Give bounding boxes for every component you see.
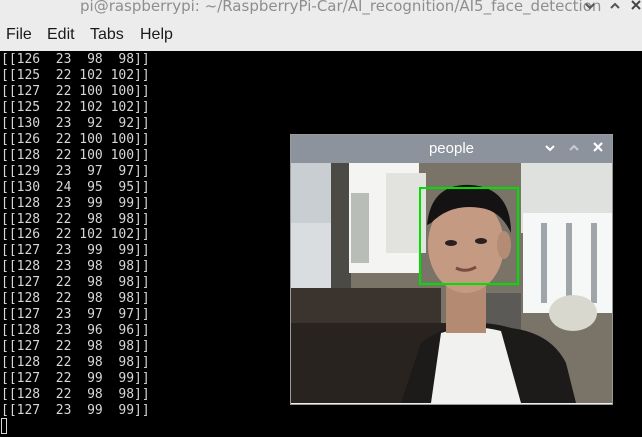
terminal-line: [[127 22 100 100]] [1,83,150,99]
terminal-line: [[128 22 98 98]] [1,386,150,402]
terminal-line: [[127 23 97 97]] [1,307,150,323]
face-detection-box [419,187,519,285]
maximize-button[interactable] [607,0,623,16]
terminal-line: [[128 23 96 96]] [1,323,150,339]
camera-feed [291,163,612,403]
terminal-line: [[128 23 99 99]] [1,195,150,211]
menu-file[interactable]: File [6,26,32,44]
terminal-line: [[126 22 102 102]] [1,227,150,243]
window-title: pi@raspberrypi: ~/RaspberryPi-Car/AI_rec… [80,0,602,15]
minimize-button[interactable] [582,0,598,16]
terminal-line: [[130 23 92 92]] [1,115,150,131]
window-titlebar[interactable]: pi@raspberrypi: ~/RaspberryPi-Car/AI_rec… [0,0,642,20]
terminal-line: [[127 22 99 99]] [1,371,150,386]
menu-edit[interactable]: Edit [47,26,75,44]
terminal-line: [[127 23 99 99]] [1,243,150,259]
terminal-line: [[125 22 102 102]] [1,67,150,83]
terminal-cursor [1,418,7,434]
chevron-down-icon [545,145,555,152]
chevron-down-icon [585,3,595,10]
terminal-line: [[129 23 97 97]] [1,163,150,179]
chevron-up-icon [610,2,620,9]
people-window-title: people [428,140,475,157]
terminal-line: [[128 22 100 100]] [1,147,150,163]
people-minimize-button[interactable] [541,139,559,159]
terminal-line: [[127 22 98 98]] [1,339,150,355]
menu-bar: File Edit Tabs Help [0,20,642,51]
people-window[interactable]: people [290,134,613,405]
menu-tabs[interactable]: Tabs [90,26,124,44]
people-window-titlebar[interactable]: people [291,135,612,163]
menu-help[interactable]: Help [140,26,173,44]
terminal-line: [[126 22 100 100]] [1,131,150,147]
terminal-line: [[127 23 99 99]] [1,402,150,418]
terminal-line: [[126 23 98 98]] [1,52,150,67]
close-button[interactable] [628,0,642,16]
terminal-line: [[127 22 98 98]] [1,275,150,291]
terminal-line: [[128 22 98 98]] [1,355,150,371]
terminal-line: [[130 24 95 95]] [1,179,150,195]
chevron-up-icon [569,144,579,151]
terminal-line: [[125 22 102 102]] [1,99,150,115]
close-icon [593,142,603,152]
people-maximize-button[interactable] [565,139,583,159]
people-close-button[interactable] [589,139,607,159]
terminal-line: [[128 23 98 98]] [1,259,150,275]
terminal-line: [[128 22 98 98]] [1,291,150,307]
terminal-line: [[128 22 98 98]] [1,211,150,227]
close-icon [631,0,641,10]
